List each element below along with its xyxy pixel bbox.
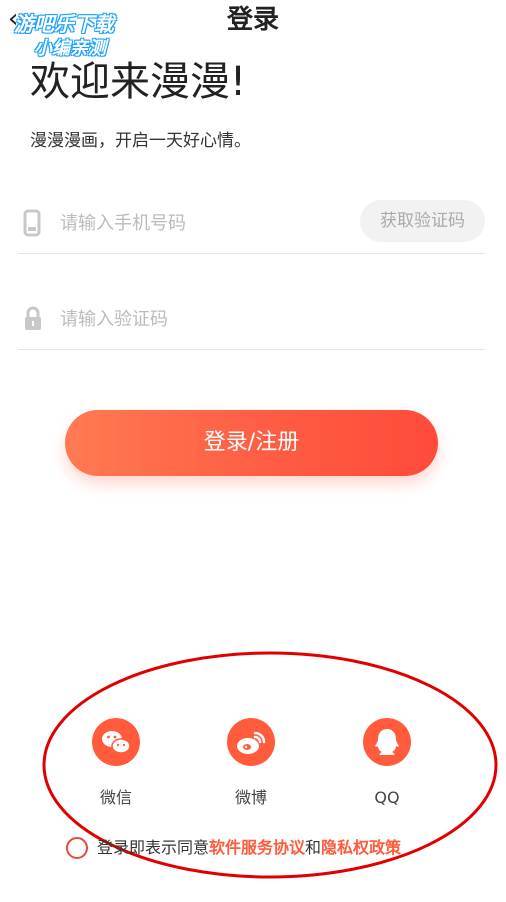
social-label: QQ	[374, 788, 400, 807]
phone-input[interactable]	[60, 208, 350, 238]
welcome-heading: 欢迎来漫漫!	[30, 59, 247, 105]
phone-field-row: 获取验证码	[18, 196, 485, 254]
login-register-button[interactable]: 登录/注册	[65, 410, 438, 476]
agreement-and: 和	[305, 838, 322, 857]
watermark-line1: 游吧乐下载	[14, 12, 114, 36]
agreement-text: 登录即表示同意软件服务协议和隐私权政策	[97, 835, 401, 861]
get-code-button[interactable]: 获取验证码	[360, 200, 485, 242]
phone-icon	[23, 209, 41, 237]
code-field-row	[18, 292, 485, 350]
social-login-wechat[interactable]: 微信	[71, 718, 161, 808]
lock-icon	[25, 306, 41, 330]
social-login-weibo[interactable]: 微博	[206, 718, 296, 808]
social-login-qq[interactable]: QQ	[342, 718, 432, 808]
weibo-icon	[227, 718, 275, 766]
social-label: 微博	[234, 788, 267, 807]
privacy-link[interactable]: 隐私权政策	[321, 838, 401, 857]
terms-link[interactable]: 软件服务协议	[209, 838, 305, 857]
agreement-radio[interactable]	[66, 837, 88, 859]
welcome-subtitle: 漫漫漫画，开启一天好心情。	[30, 131, 251, 151]
social-label: 微信	[99, 788, 132, 807]
code-input[interactable]	[60, 304, 350, 334]
qq-icon	[363, 718, 411, 766]
wechat-icon	[92, 718, 140, 766]
agreement-prefix: 登录即表示同意	[97, 838, 210, 857]
